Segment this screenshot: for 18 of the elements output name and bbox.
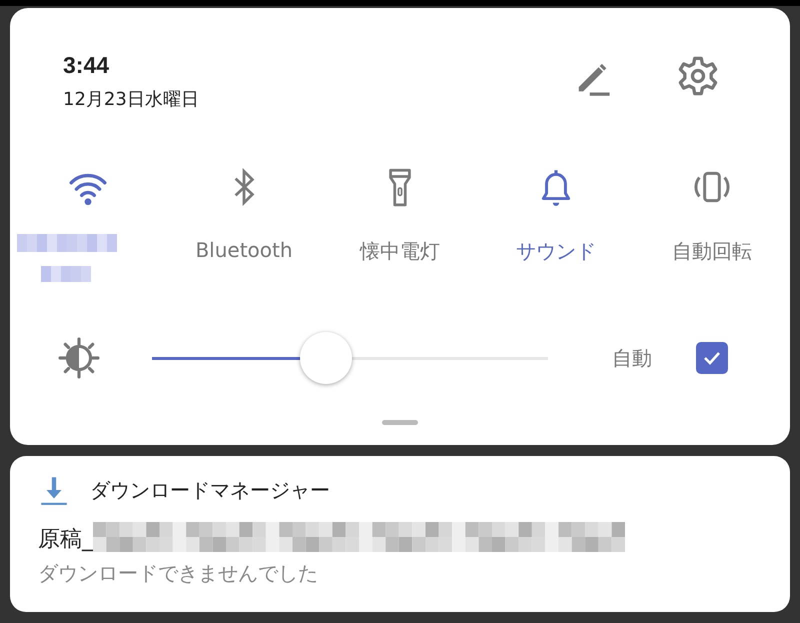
auto-label: 自動 — [612, 344, 652, 372]
app-name: ダウンロードマネージャー — [90, 476, 330, 504]
tile-label: サウンド — [516, 238, 596, 265]
auto-checkbox[interactable] — [696, 342, 728, 374]
date-text: 12月23日水曜日 — [63, 88, 199, 110]
tile-label: 懐中電灯 — [360, 238, 440, 265]
brightness-slider[interactable] — [152, 331, 548, 385]
download-icon — [38, 474, 70, 506]
tile-label: 自動回転 — [672, 238, 752, 265]
status-text: ダウンロードできませんでした — [38, 560, 319, 587]
tile-label: Bluetooth — [195, 238, 293, 262]
clock-time: 3:44 — [63, 52, 110, 78]
brightness-icon — [58, 337, 100, 379]
file-name: 原稿_ — [38, 526, 93, 554]
settings-icon[interactable] — [676, 54, 720, 98]
slider-thumb[interactable] — [300, 332, 352, 384]
notification-card[interactable]: ダウンロードマネージャー 原稿_ ダウンロードできませんでした — [10, 456, 790, 612]
drag-handle[interactable] — [382, 420, 418, 425]
